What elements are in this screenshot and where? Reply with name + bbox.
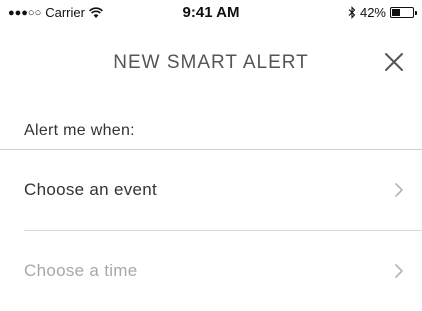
- close-icon: [385, 53, 403, 71]
- battery-cap: [415, 11, 417, 15]
- battery-percent: 42%: [359, 5, 386, 20]
- page-title: NEW SMART ALERT: [113, 52, 309, 73]
- chevron-right-icon: [395, 264, 403, 278]
- choose-event-label: Choose an event: [24, 180, 158, 199]
- chevron-right-icon: [395, 183, 403, 197]
- battery-icon: [390, 7, 417, 18]
- choose-event-row[interactable]: Choose an event: [0, 150, 422, 230]
- choose-time-label: Choose a time: [24, 261, 138, 280]
- bluetooth-icon: [348, 6, 356, 19]
- status-bar: ●●●○○ Carrier 9:41 AM 42%: [0, 0, 422, 28]
- status-bar-right: 42%: [348, 5, 417, 20]
- section-label: Alert me when:: [24, 122, 135, 139]
- close-button[interactable]: [380, 48, 408, 76]
- choose-time-row[interactable]: Choose a time: [0, 231, 422, 311]
- battery-level-fill: [392, 9, 400, 16]
